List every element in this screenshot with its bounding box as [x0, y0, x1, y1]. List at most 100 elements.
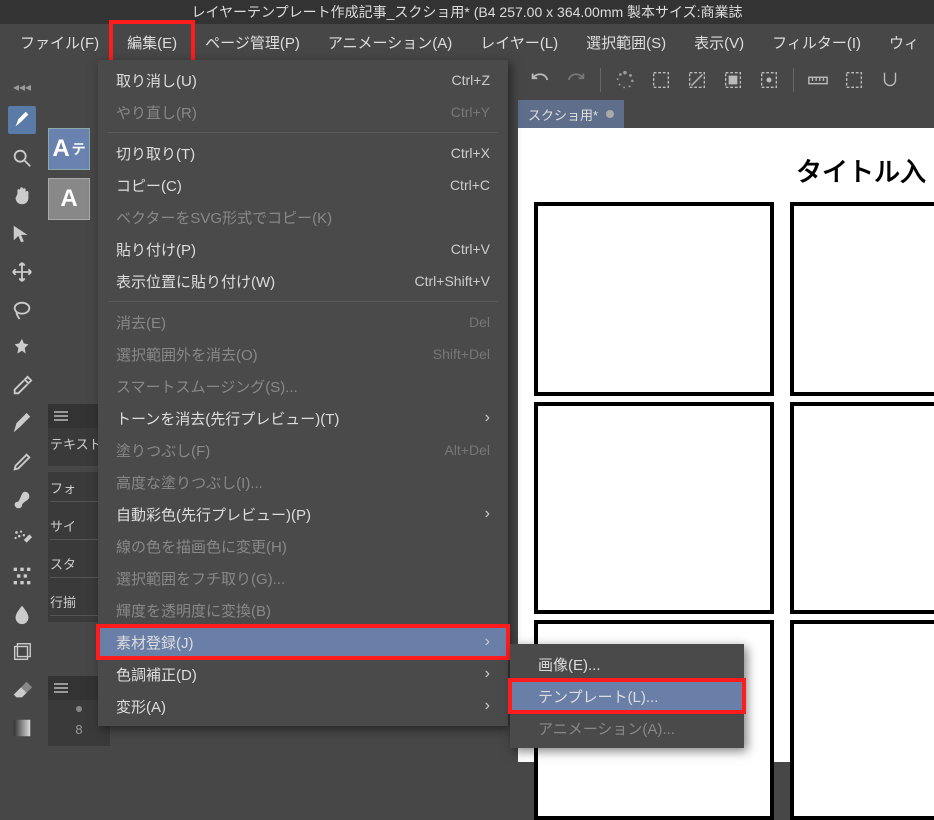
- menu-item-label: ベクターをSVG形式でコピー(K): [116, 207, 332, 228]
- menu-item[interactable]: 自動彩色(先行プレビュー)(P)›: [98, 498, 508, 530]
- airbrush-tool-icon[interactable]: [8, 524, 36, 552]
- shortcut-label: Ctrl+Y: [400, 104, 490, 120]
- menu-item-label: トーンを消去(先行プレビュー)(T): [116, 408, 339, 429]
- submenu-item[interactable]: テンプレート(L)...: [510, 680, 744, 712]
- redo-icon[interactable]: [564, 68, 588, 92]
- menu-item[interactable]: 表示位置に貼り付け(W)Ctrl+Shift+V: [98, 265, 508, 297]
- menu-item-label: 選択範囲外を消去(O): [116, 344, 258, 365]
- comic-panel[interactable]: [534, 402, 774, 614]
- menu-item[interactable]: コピー(C)Ctrl+C: [98, 169, 508, 201]
- lasso-tool-icon[interactable]: [8, 296, 36, 324]
- comic-panel[interactable]: [790, 620, 934, 820]
- register-material-submenu: 画像(E)...テンプレート(L)...アニメーション(A)...: [510, 644, 744, 748]
- shortcut-label: Alt+Del: [400, 442, 490, 458]
- menu-item-label: 選択範囲をフチ取り(G)...: [116, 568, 285, 589]
- select-rect-icon[interactable]: [649, 68, 673, 92]
- menu-item-label: 切り取り(T): [116, 143, 195, 164]
- pattern-tool-icon[interactable]: [8, 562, 36, 590]
- comic-panel[interactable]: [790, 402, 934, 614]
- shortcut-label: Ctrl+C: [400, 177, 490, 193]
- menu-filter[interactable]: フィルター(I): [758, 24, 875, 61]
- menu-icon: [54, 683, 68, 693]
- invert-select-icon[interactable]: [721, 68, 745, 92]
- divider: [793, 68, 794, 92]
- title-bar: レイヤーテンプレート作成記事_スクショ用* (B4 257.00 x 364.0…: [0, 0, 934, 24]
- menu-item-label: 高度な塗りつぶし(I)...: [116, 472, 263, 493]
- menu-item[interactable]: トーンを消去(先行プレビュー)(T)›: [98, 402, 508, 434]
- blend-tool-icon[interactable]: [8, 600, 36, 628]
- secondary-toolbar: [518, 60, 912, 100]
- pen-tool-icon[interactable]: [8, 410, 36, 438]
- eyedropper-tool-icon[interactable]: [8, 372, 36, 400]
- magnify-tool-icon[interactable]: [8, 144, 36, 172]
- ruler-icon[interactable]: [806, 68, 830, 92]
- collapse-handle[interactable]: ◂◂◂: [13, 78, 31, 96]
- eraser-tool-icon[interactable]: [8, 676, 36, 704]
- canvas-title-text: タイトル入: [796, 152, 926, 189]
- menu-item[interactable]: 色調補正(D)›: [98, 658, 508, 690]
- text-tool-thumb[interactable]: A: [48, 178, 90, 220]
- menu-item-label: 自動彩色(先行プレビュー)(P): [116, 504, 311, 525]
- menu-item[interactable]: 切り取り(T) Ctrl+X: [98, 137, 508, 169]
- menu-window[interactable]: ウィ: [875, 24, 933, 61]
- menu-item: やり直し(R) Ctrl+Y: [98, 96, 508, 128]
- menu-item[interactable]: 取り消し(U)Ctrl+Z: [98, 64, 508, 96]
- shortcut-label: Ctrl+V: [400, 241, 490, 257]
- dirty-indicator-icon: [606, 110, 614, 118]
- marker-tool-icon[interactable]: [8, 106, 36, 134]
- menu-item[interactable]: 変形(A)›: [98, 690, 508, 722]
- snap-icon[interactable]: [878, 68, 902, 92]
- comic-panel[interactable]: [534, 202, 774, 396]
- document-tab-label: スクショ用*: [528, 105, 598, 124]
- undo-icon[interactable]: [528, 68, 552, 92]
- menu-item-label: 貼り付け(P): [116, 239, 196, 260]
- move-tool-icon[interactable]: [8, 258, 36, 286]
- gradient-tool-icon[interactable]: [8, 714, 36, 742]
- menu-layer[interactable]: レイヤー(L): [466, 24, 572, 61]
- brush-tool-icon[interactable]: [8, 486, 36, 514]
- menu-item-label: 表示位置に貼り付け(W): [116, 271, 275, 292]
- menu-item[interactable]: 貼り付け(P) Ctrl+V: [98, 233, 508, 265]
- divider: [600, 68, 601, 92]
- menu-item: 線の色を描画色に変更(H): [98, 530, 508, 562]
- menu-item: 消去(E)Del: [98, 306, 508, 338]
- pencil-tool-icon[interactable]: [8, 448, 36, 476]
- frame-number: 8: [75, 722, 82, 737]
- text-tool-active-thumb[interactable]: Aテ: [48, 128, 90, 170]
- menu-item: 塗りつぶし(F)Alt+Del: [98, 434, 508, 466]
- menu-item-label: スマートスムージング(S)...: [116, 376, 298, 397]
- menu-item-label: 取り消し(U): [116, 70, 197, 91]
- menu-file[interactable]: ファイル(F): [6, 24, 113, 61]
- menu-view[interactable]: 表示(V): [680, 24, 758, 61]
- menu-selection[interactable]: 選択範囲(S): [572, 24, 680, 61]
- menu-animation[interactable]: アニメーション(A): [314, 24, 466, 61]
- menu-item: スマートスムージング(S)...: [98, 370, 508, 402]
- show-select-border-icon[interactable]: [757, 68, 781, 92]
- menu-edit[interactable]: 編集(E): [113, 24, 191, 61]
- menu-item-label: 変形(A): [116, 696, 166, 717]
- menu-item-label: やり直し(R): [116, 102, 197, 123]
- operation-tool-icon[interactable]: [8, 220, 36, 248]
- comic-panel[interactable]: [790, 202, 934, 396]
- submenu-item[interactable]: 画像(E)...: [510, 648, 744, 680]
- hand-tool-icon[interactable]: [8, 182, 36, 210]
- menu-page[interactable]: ページ管理(P): [191, 24, 314, 61]
- grid-icon[interactable]: [842, 68, 866, 92]
- menu-item[interactable]: 素材登録(J)›: [98, 626, 508, 658]
- menu-item-label: 消去(E): [116, 312, 166, 333]
- edit-menu-dropdown: 取り消し(U)Ctrl+Z やり直し(R) Ctrl+Y 切り取り(T) Ctrl+X コ…: [98, 60, 508, 726]
- menu-icon: [54, 411, 68, 421]
- deselect-icon[interactable]: [685, 68, 709, 92]
- shortcut-label: Ctrl+X: [400, 145, 490, 161]
- fill-tool-icon[interactable]: [8, 638, 36, 666]
- menu-bar: ファイル(F) 編集(E) ページ管理(P) アニメーション(A) レイヤー(L…: [0, 24, 934, 60]
- menu-item-label: 素材登録(J): [116, 632, 194, 653]
- menu-item: 輝度を透明度に変換(B): [98, 594, 508, 626]
- shortcut-label: Shift+Del: [400, 346, 490, 362]
- separator: [108, 301, 498, 302]
- text-thumb-sublabel: テ: [72, 139, 86, 159]
- loading-icon[interactable]: [613, 68, 637, 92]
- document-tab[interactable]: スクショ用*: [518, 100, 624, 128]
- menu-item-label: 色調補正(D): [116, 664, 197, 685]
- wand-tool-icon[interactable]: [8, 334, 36, 362]
